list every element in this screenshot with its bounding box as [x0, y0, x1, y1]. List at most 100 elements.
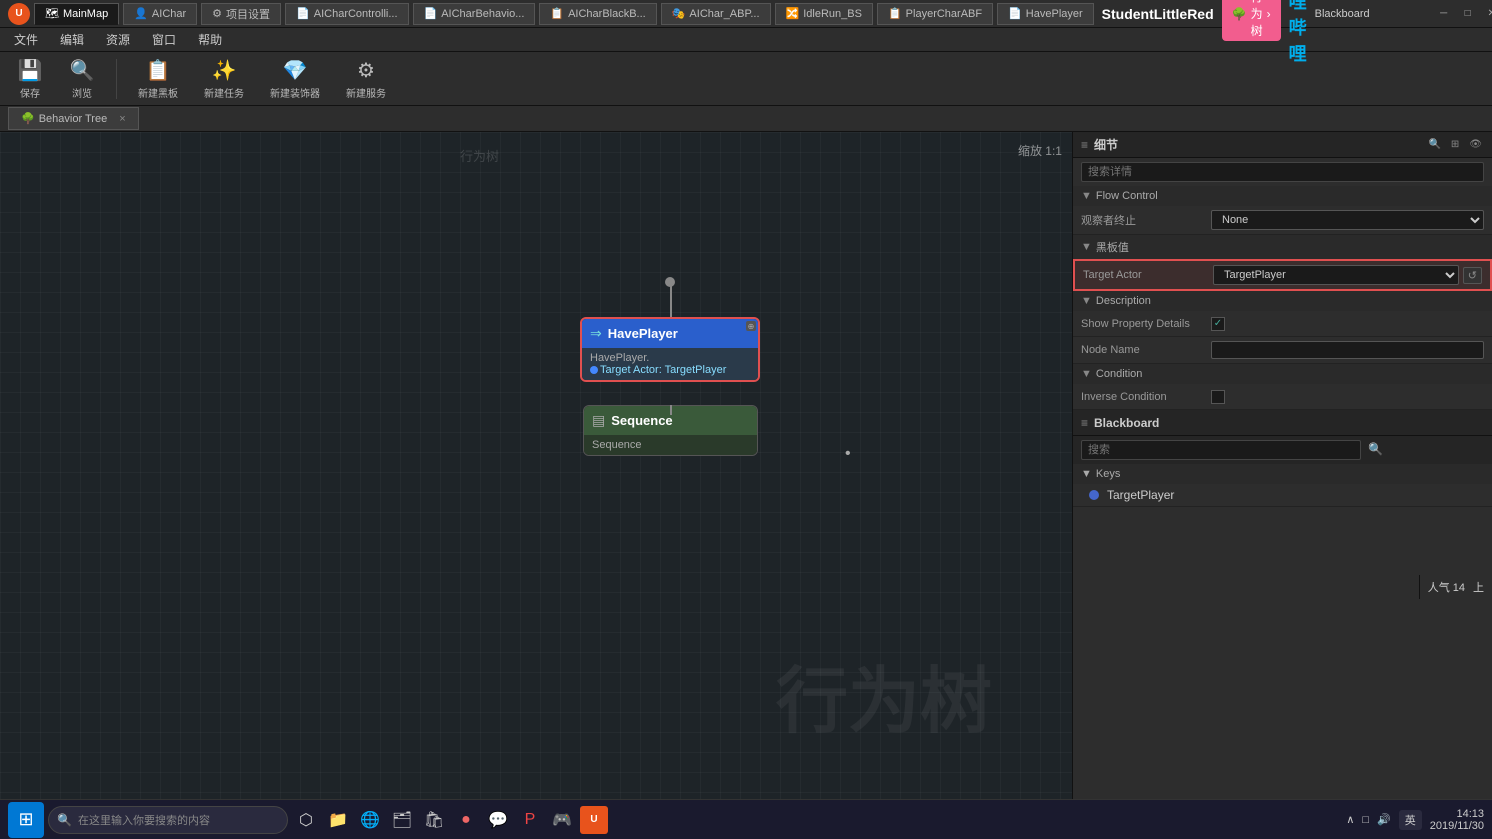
tray-volume-icon[interactable]: 🔊: [1377, 813, 1391, 826]
sequence-node-body: Sequence: [584, 435, 757, 455]
show-property-details-row: Show Property Details ✓: [1073, 311, 1492, 337]
tab-playerchar[interactable]: 📋 PlayerCharABF: [877, 3, 993, 25]
file-explorer-btn[interactable]: 📁: [324, 806, 352, 834]
tree-icon: 🌳: [1232, 7, 1247, 21]
bb-value-label: 黑板值: [1096, 239, 1129, 255]
start-button[interactable]: ⊞: [8, 802, 44, 838]
tray-up-icon[interactable]: ∧: [1346, 813, 1354, 826]
taskview-btn[interactable]: ⬡: [292, 806, 320, 834]
bb-keys-section[interactable]: ▼ Keys: [1073, 464, 1492, 484]
upload-label: 上: [1473, 579, 1484, 595]
have-player-node[interactable]: ⇒ HavePlayer HavePlayer. Target Actor: T…: [580, 317, 760, 382]
menu-assets[interactable]: 资源: [96, 29, 140, 50]
blackboard-value-section[interactable]: ▼ 黑板值: [1073, 235, 1492, 259]
observer-abort-row: 观察者终止 None Self LowerPriority Both: [1073, 206, 1492, 235]
taskbar-search[interactable]: 🔍 在这里输入你要搜索的内容: [48, 806, 288, 834]
tab-aichar-abp[interactable]: 🎭 AIChar_ABP...: [661, 3, 771, 25]
tab-aicharbk[interactable]: 📋 AICharBlackB...: [539, 3, 656, 25]
connector-between-nodes: [670, 405, 672, 415]
canvas-watermark: 行为树: [776, 642, 992, 747]
target-actor-reset-btn[interactable]: ↺: [1463, 267, 1482, 284]
desc-arrow: ▼: [1081, 295, 1092, 307]
menu-file[interactable]: 文件: [4, 29, 48, 50]
show-property-details-checkbox[interactable]: ✓: [1211, 317, 1225, 331]
observer-abort-select[interactable]: None Self LowerPriority Both: [1211, 210, 1484, 230]
description-section[interactable]: ▼ Description: [1073, 291, 1492, 311]
action-button[interactable]: 🌳 行为树 ›: [1222, 0, 1281, 41]
cond-arrow: ▼: [1081, 368, 1092, 380]
msg-btn[interactable]: 💬: [484, 806, 512, 834]
save-icon: 💾: [18, 58, 43, 83]
flow-control-section[interactable]: ▼ Flow Control: [1073, 186, 1492, 206]
canvas-zoom-label: 缩放 1:1: [1018, 142, 1062, 159]
connector-line-top: [670, 282, 672, 320]
node-name-input[interactable]: [1211, 341, 1484, 359]
sequence-subtitle: Sequence: [592, 439, 749, 451]
target-actor-row: Target Actor TargetPlayer ↺: [1073, 259, 1492, 291]
details-search-btn[interactable]: 🔍: [1426, 137, 1442, 152]
inverse-condition-label: Inverse Condition: [1081, 391, 1211, 403]
node-corner-btn[interactable]: ⊕: [746, 321, 756, 331]
maximize-button[interactable]: □: [1458, 6, 1478, 22]
taskbar-search-icon: 🔍: [57, 813, 72, 827]
new-service-button[interactable]: ⚙ 新建服务: [337, 53, 395, 105]
bt-tab-close[interactable]: ×: [119, 113, 125, 125]
bb-key-dot: [1089, 490, 1099, 500]
sequence-node-title: Sequence: [611, 413, 672, 428]
details-eye-btn[interactable]: 👁: [1467, 137, 1484, 152]
ppt-btn[interactable]: P: [516, 806, 544, 834]
settings-icon: ⚙: [212, 7, 222, 20]
bb-search-icon[interactable]: 🔍: [1368, 442, 1383, 456]
inverse-condition-checkbox[interactable]: ✓: [1211, 390, 1225, 404]
popularity-label: 人气 14: [1428, 579, 1465, 595]
target-actor-select[interactable]: TargetPlayer: [1213, 265, 1459, 285]
have-player-node-header: ⇒ HavePlayer: [582, 319, 758, 348]
map-icon: 🗺: [45, 7, 59, 20]
tab-aichar[interactable]: 👤 AIChar: [123, 3, 197, 25]
browse-button[interactable]: 🔍 浏览: [60, 53, 104, 105]
service-icon: ⚙: [357, 58, 375, 83]
condition-section[interactable]: ▼ Condition: [1073, 364, 1492, 384]
system-tray: ∧ □ 🔊 英 14:13 2019/11/30: [1346, 808, 1484, 832]
behavior-tree-tab[interactable]: 🌳 Behavior Tree ×: [8, 107, 139, 130]
close-button[interactable]: ✕: [1482, 6, 1492, 22]
tray-desktop-icon[interactable]: □: [1362, 814, 1369, 826]
doc-icon-1: 📄: [296, 7, 310, 20]
details-search-input[interactable]: [1081, 162, 1484, 182]
have-player-node-title: HavePlayer: [608, 326, 678, 341]
minimize-button[interactable]: ─: [1434, 6, 1454, 22]
details-collapse-icon[interactable]: ≡: [1081, 138, 1088, 152]
toolbar-divider-1: [116, 59, 117, 99]
windows-icon: ⊞: [18, 809, 33, 830]
icon9[interactable]: 🎮: [548, 806, 576, 834]
store-btn[interactable]: 🛍: [420, 806, 448, 834]
new-decorator-button[interactable]: 💎 新建装饰器: [261, 53, 329, 105]
new-blackboard-button[interactable]: 📋 新建黑板: [129, 53, 187, 105]
node-name-value: [1211, 341, 1484, 359]
menu-help[interactable]: 帮助: [188, 29, 232, 50]
blackboard-icon: 📋: [146, 58, 171, 83]
bt-tab-icon: 🌳: [21, 112, 35, 125]
tab-idlerun[interactable]: 🔀 IdleRun_BS: [775, 3, 873, 25]
tab-aicharb[interactable]: 📄 AICharBehavio...: [413, 3, 536, 25]
tab-aicharcont[interactable]: 📄 AICharControlli...: [285, 3, 408, 25]
new-task-button[interactable]: ✨ 新建任务: [195, 53, 253, 105]
save-button[interactable]: 💾 保存: [8, 53, 52, 105]
main-area: 行为树 缩放 1:1 行为树 ⇒ HavePlayer HavePlayer. …: [0, 132, 1492, 807]
canvas-area[interactable]: 行为树 缩放 1:1 行为树 ⇒ HavePlayer HavePlayer. …: [0, 132, 1072, 807]
inverse-condition-row: Inverse Condition ✓: [1073, 384, 1492, 410]
folder-btn[interactable]: 🗂: [388, 806, 416, 834]
menu-edit[interactable]: 编辑: [50, 29, 94, 50]
ue-taskbar-btn[interactable]: U: [580, 806, 608, 834]
edge-btn[interactable]: 🌐: [356, 806, 384, 834]
tab-haveplayer[interactable]: 📄 HavePlayer: [997, 3, 1094, 25]
inverse-condition-value: ✓: [1211, 390, 1484, 404]
tab-project-settings[interactable]: ⚙ 项目设置: [201, 3, 281, 25]
taskbar-search-text: 在这里输入你要搜索的内容: [78, 812, 210, 828]
details-grid-btn[interactable]: ⊞: [1449, 137, 1461, 152]
menu-window[interactable]: 窗口: [142, 29, 186, 50]
chrome-btn[interactable]: ●: [452, 806, 480, 834]
bb-search-input[interactable]: [1081, 440, 1361, 460]
bb-collapse-icon[interactable]: ≡: [1081, 416, 1088, 430]
tab-mainmap[interactable]: 🗺 MainMap: [34, 3, 119, 25]
